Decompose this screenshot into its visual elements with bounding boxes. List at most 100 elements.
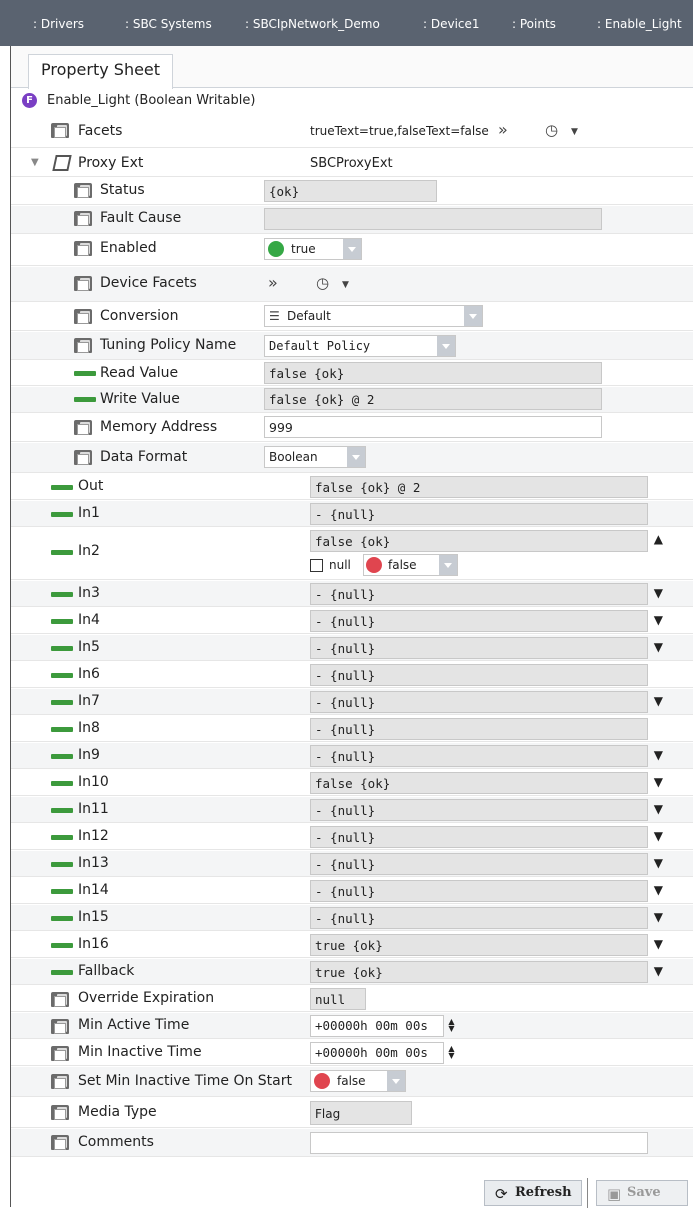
caret-down-icon[interactable]: ▼	[571, 127, 578, 137]
facets-value: trueText=true,falseText=false	[310, 124, 489, 138]
dropdown-arrow-icon[interactable]	[343, 239, 361, 259]
arrow-down-icon[interactable]: ▼	[654, 937, 663, 951]
enabled-select[interactable]: true	[264, 238, 362, 260]
arrow-down-icon[interactable]: ▼	[654, 802, 663, 816]
arrow-down-icon[interactable]: ▼	[654, 694, 663, 708]
prop-label: In10	[78, 774, 109, 790]
prop-label: In1	[78, 505, 100, 521]
prop-label: In14	[78, 882, 109, 898]
double-chevron-right-icon[interactable]: »	[268, 273, 278, 292]
in2-bool-select[interactable]: false	[363, 554, 458, 576]
in7-field: - {null}	[310, 691, 648, 713]
arrow-down-icon[interactable]: ▼	[654, 910, 663, 924]
slot-icon	[74, 309, 92, 324]
prop-row-in3: In3 - {null} ▼	[11, 581, 693, 607]
prop-row-facets: Facets trueText=true,falseText=false » ◷…	[11, 114, 693, 148]
prop-label: In11	[78, 801, 109, 817]
data-format-select[interactable]: Boolean	[264, 446, 366, 468]
prop-label: Write Value	[100, 391, 180, 407]
data-format-value: Boolean	[269, 450, 318, 464]
arrow-down-icon[interactable]: ▼	[654, 586, 663, 600]
arrow-down-icon[interactable]: ▼	[654, 829, 663, 843]
breadcrumb-drivers[interactable]: : Drivers	[33, 17, 84, 31]
set-min-inactive-value: false	[337, 1074, 366, 1088]
prop-label: Comments	[78, 1134, 154, 1150]
tuning-policy-select[interactable]: Default Policy	[264, 335, 456, 357]
dropdown-arrow-icon[interactable]	[437, 336, 455, 356]
read-value-field: false {ok}	[264, 362, 602, 384]
comments-input[interactable]	[310, 1132, 648, 1154]
proxy-ext-icon	[52, 155, 72, 171]
double-chevron-right-icon[interactable]: »	[498, 120, 508, 139]
slot-icon	[51, 1105, 69, 1120]
slot-icon	[74, 211, 92, 226]
prop-row-fault-cause: Fault Cause	[11, 206, 693, 234]
prop-row-comments: Comments	[11, 1129, 693, 1157]
min-active-time-input[interactable]: +00000h 00m 00s	[310, 1015, 444, 1037]
prop-label: Data Format	[100, 449, 188, 465]
arrow-down-icon[interactable]: ▼	[654, 775, 663, 789]
breadcrumb-enable-light[interactable]: : Enable_Light	[597, 17, 682, 31]
prop-label: In12	[78, 828, 109, 844]
tab-property-sheet[interactable]: Property Sheet	[28, 54, 174, 89]
prop-row-min-active-time: Min Active Time +00000h 00m 00s ▲ ▼	[11, 1013, 693, 1039]
dropdown-arrow-icon[interactable]	[347, 447, 365, 467]
in6-field: - {null}	[310, 664, 648, 686]
prop-label: Proxy Ext	[78, 155, 144, 171]
prop-row-min-inactive-time: Min Inactive Time +00000h 00m 00s ▲ ▼	[11, 1040, 693, 1066]
conversion-select[interactable]: ☰ Default	[264, 305, 483, 327]
prop-row-in16: In16 true {ok} ▼	[11, 932, 693, 958]
slot-icon	[74, 241, 92, 256]
arrow-down-icon[interactable]: ▼	[654, 964, 663, 978]
null-checkbox[interactable]	[310, 559, 323, 572]
arrow-up-icon[interactable]: ▲	[654, 532, 663, 546]
prop-label: Min Active Time	[78, 1017, 190, 1033]
set-min-inactive-select[interactable]: false	[310, 1070, 406, 1092]
prop-row-data-format: Data Format Boolean	[11, 443, 693, 473]
min-inactive-time-input[interactable]: +00000h 00m 00s	[310, 1042, 444, 1064]
dropdown-arrow-icon[interactable]	[464, 306, 482, 326]
refresh-button[interactable]: ⟳ Refresh	[484, 1180, 582, 1206]
folder-f-icon: F	[22, 93, 37, 108]
media-type-field: Flag	[310, 1101, 412, 1125]
prop-row-override-expiration: Override Expiration null	[11, 986, 693, 1012]
arrow-down-icon[interactable]: ▼	[654, 640, 663, 654]
in2-field: false {ok}	[310, 530, 648, 552]
slot-line-icon	[51, 485, 73, 490]
slot-line-icon	[51, 781, 73, 786]
slot-line-icon	[51, 943, 73, 948]
in3-field: - {null}	[310, 583, 648, 605]
prop-row-device-facets: Device Facets » ◷ ▼	[11, 267, 693, 302]
in14-field: - {null}	[310, 880, 648, 902]
arrow-down-icon[interactable]: ▼	[654, 613, 663, 627]
slot-icon	[51, 123, 69, 138]
prop-label: Enabled	[100, 240, 157, 256]
prop-label: In8	[78, 720, 100, 736]
save-button[interactable]: ▣ Save	[596, 1180, 688, 1206]
arrow-down-icon[interactable]: ▼	[654, 883, 663, 897]
clock-icon[interactable]: ◷	[545, 121, 558, 139]
memory-address-input[interactable]: 999	[264, 416, 602, 438]
arrow-down-icon[interactable]: ▼	[654, 856, 663, 870]
breadcrumb-network[interactable]: : SBCIpNetwork_Demo	[245, 17, 380, 31]
prop-row-in5: In5 - {null} ▼	[11, 635, 693, 661]
tuning-policy-value: Default Policy	[269, 339, 371, 353]
dropdown-arrow-icon[interactable]	[439, 555, 457, 575]
clock-icon[interactable]: ◷	[316, 274, 329, 292]
spinner-icon[interactable]: ▲ ▼	[447, 1018, 456, 1034]
status-dot-icon	[268, 241, 284, 257]
dropdown-arrow-icon[interactable]	[387, 1071, 405, 1091]
refresh-label: Refresh	[515, 1185, 572, 1200]
breadcrumb-sbc-systems[interactable]: : SBC Systems	[125, 17, 212, 31]
slot-line-icon	[51, 808, 73, 813]
button-divider	[587, 1178, 588, 1208]
spinner-icon[interactable]: ▲ ▼	[447, 1045, 456, 1061]
caret-down-icon[interactable]: ▼	[342, 280, 349, 290]
prop-label: In13	[78, 855, 109, 871]
arrow-down-icon[interactable]: ▼	[654, 748, 663, 762]
tree-expanded-icon[interactable]: ▼	[31, 157, 39, 168]
in16-field: true {ok}	[310, 934, 648, 956]
slot-icon	[74, 183, 92, 198]
breadcrumb-device1[interactable]: : Device1	[423, 17, 480, 31]
breadcrumb-points[interactable]: : Points	[512, 17, 556, 31]
